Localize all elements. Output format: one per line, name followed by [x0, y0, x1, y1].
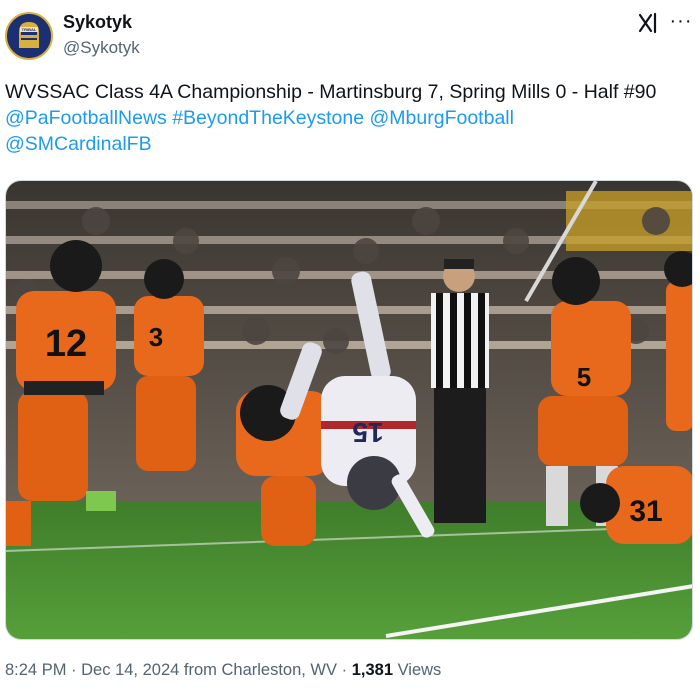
knight-helmet-avatar-icon: TRIBAL: [7, 14, 51, 58]
mention-pafootballnews[interactable]: @PaFootballNews: [5, 107, 167, 129]
jersey-number-5: 5: [577, 362, 591, 392]
jersey-number-31: 31: [629, 495, 662, 528]
referee: [431, 259, 489, 523]
tweet-text: WVSSAC Class 4A Championship - Martinsbu…: [5, 80, 693, 157]
tweet-body: WVSSAC Class 4A Championship - Martinsbu…: [5, 81, 657, 103]
tweet-meta: 8:24 PM · Dec 14, 2024 from Charleston, …: [5, 661, 442, 679]
mention-smcardinalfb[interactable]: @SMCardinalFB: [5, 133, 152, 155]
grok-icon[interactable]: [636, 11, 660, 35]
football-game-photo: 12 3 5 31 15: [6, 181, 692, 639]
tweet-header: TRIBAL Sykotyk @Sykotyk ···: [0, 0, 700, 68]
tweet-photo[interactable]: 12 3 5 31 15: [5, 180, 693, 640]
jersey-number-12: 12: [45, 323, 87, 365]
views-count: 1,381: [351, 661, 393, 679]
avatar[interactable]: TRIBAL: [5, 12, 53, 60]
jersey-number-3: 3: [149, 322, 163, 352]
tweet-time[interactable]: 8:24 PM: [5, 661, 66, 679]
author-display-name[interactable]: Sykotyk: [63, 12, 132, 33]
mention-mburgfootball[interactable]: @MburgFootball: [370, 107, 514, 129]
more-options-icon[interactable]: ···: [668, 8, 694, 34]
jersey-number-15: 15: [352, 417, 383, 448]
views-label: Views: [397, 661, 442, 679]
author-handle[interactable]: @Sykotyk: [63, 38, 140, 58]
tweet-date[interactable]: Dec 14, 2024: [81, 661, 179, 679]
tweet-location: from Charleston, WV: [183, 661, 338, 679]
hashtag-beyondthekeystone[interactable]: #BeyondTheKeystone: [172, 107, 364, 129]
svg-text:TRIBAL: TRIBAL: [22, 27, 37, 32]
